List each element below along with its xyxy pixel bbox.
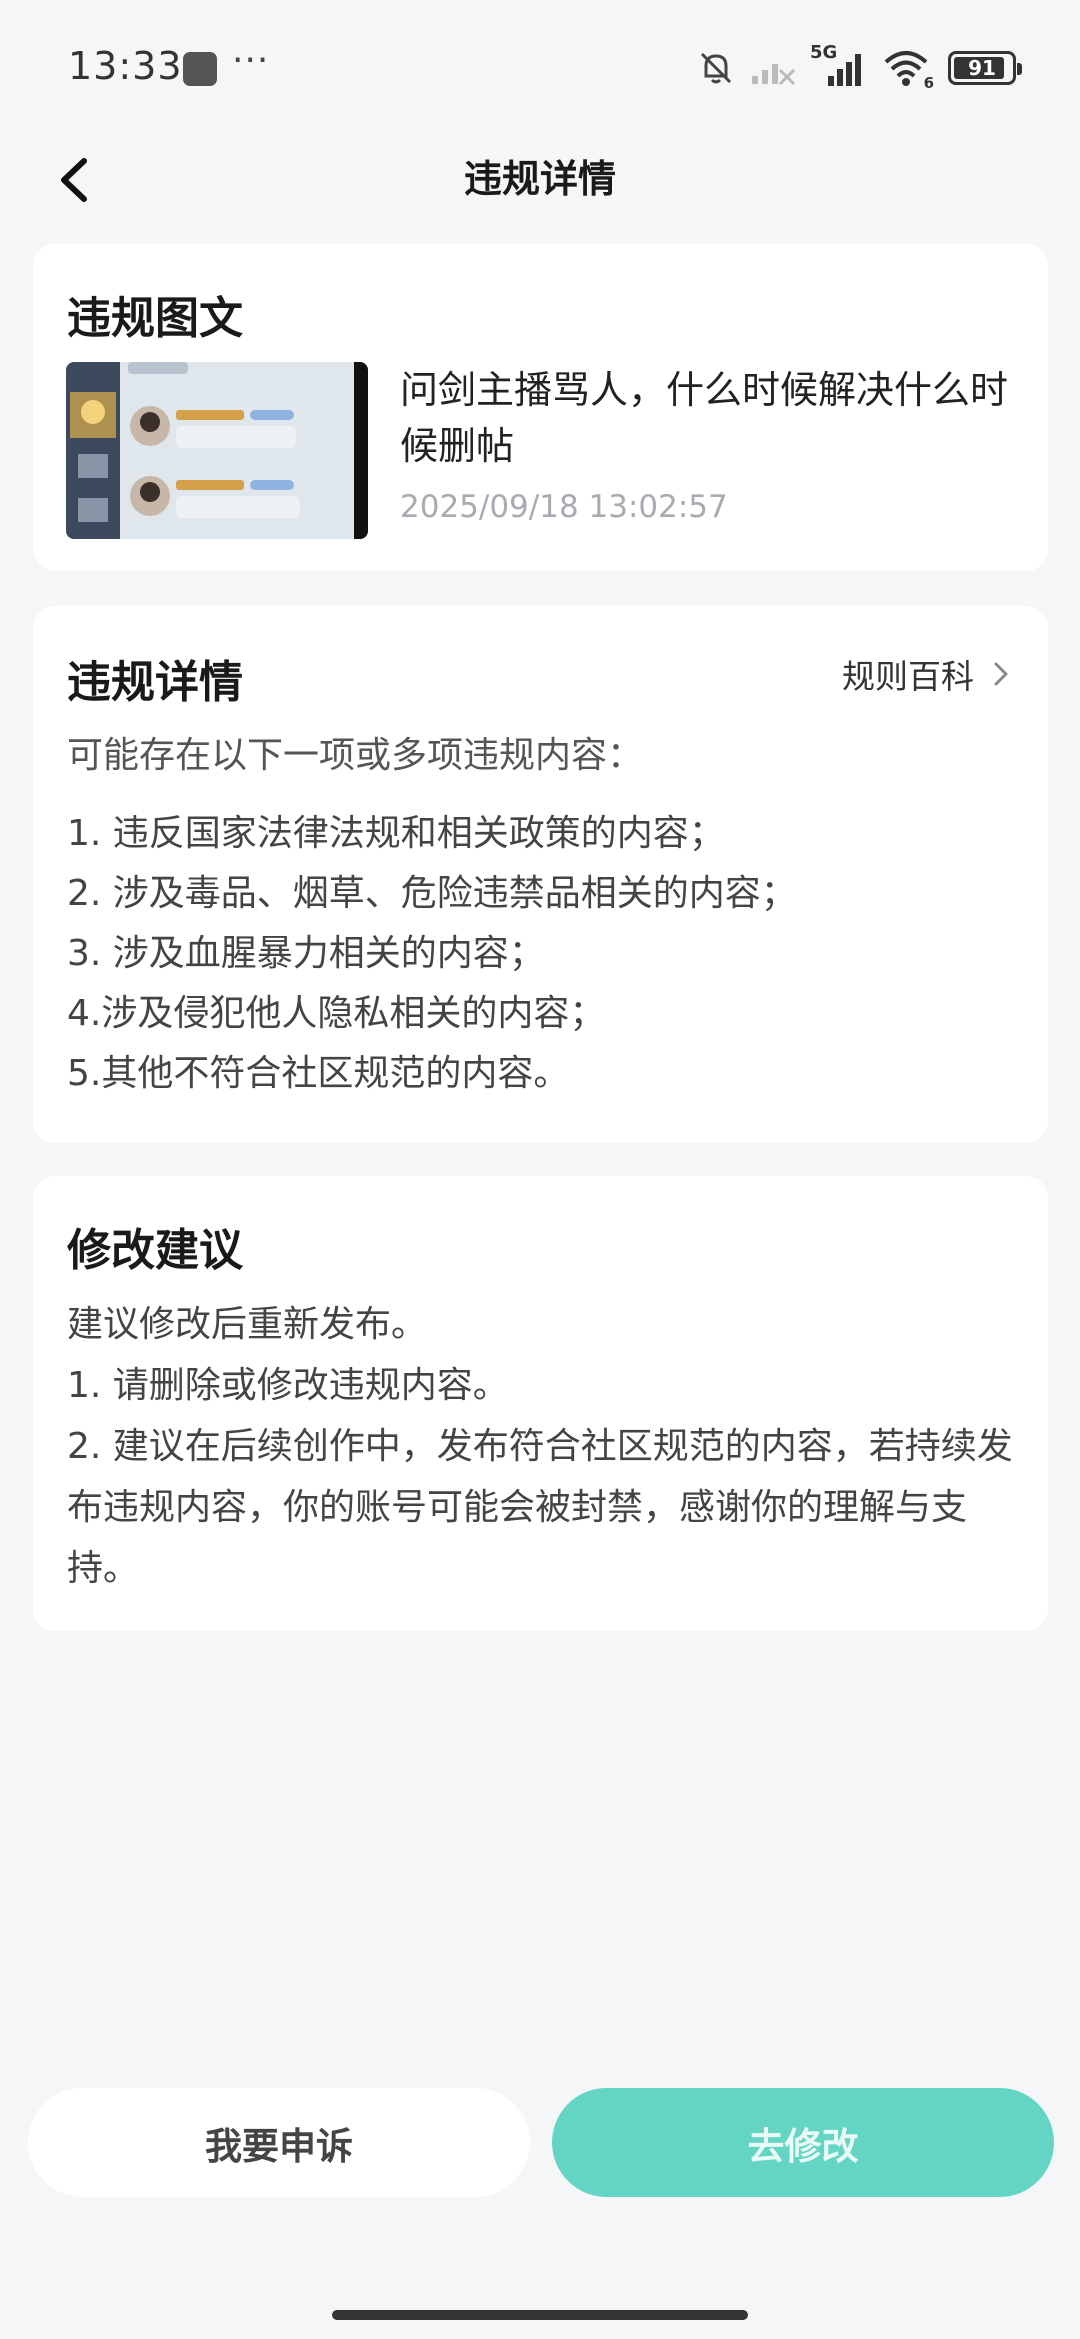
status-bar: 13:33 ··· 5G 6 91 (0, 0, 1080, 130)
wifi-label: 6 (923, 74, 934, 92)
notification-app-icon (183, 52, 217, 86)
list-item: 2. 涉及毒品、烟草、危险违禁品相关的内容； (67, 873, 797, 914)
page-title: 违规详情 (463, 157, 616, 201)
violation-post-card: 违规图文 问剑主播骂人，什么时候解决什么时候删帖 2025/09/18 13:0… (33, 244, 1048, 571)
violation-intro: 可能存在以下一项或多项违规内容： (67, 735, 644, 776)
suggestion-body: 建议修改后重新发布。 1. 请删除或修改违规内容。 2. 建议在后续创作中，发布… (67, 1294, 1027, 1599)
list-item: 5.其他不符合社区规范的内容。 (67, 1053, 570, 1094)
post-thumbnail[interactable] (66, 362, 368, 539)
battery-icon: 91 (948, 51, 1022, 85)
modify-button[interactable]: 去修改 (552, 2088, 1054, 2197)
list-item: 1. 违反国家法律法规和相关政策的内容； (67, 813, 725, 854)
appeal-button[interactable]: 我要申诉 (28, 2088, 530, 2197)
post-thumbnail-image (66, 362, 368, 539)
violation-list: 1. 违反国家法律法规和相关政策的内容； 2. 涉及毒品、烟草、危险违禁品相关的… (67, 804, 797, 1104)
home-indicator[interactable] (332, 2310, 748, 2320)
chevron-right-icon (994, 662, 1008, 686)
violation-post-title: 违规图文 (67, 293, 243, 344)
list-item: 3. 涉及血腥暴力相关的内容； (67, 933, 545, 974)
suggestion-card: 修改建议 建议修改后重新发布。 1. 请删除或修改违规内容。 2. 建议在后续创… (33, 1176, 1048, 1631)
suggestion-title: 修改建议 (67, 1225, 243, 1276)
post-timestamp: 2025/09/18 13:02:57 (400, 489, 728, 525)
signal-empty-icon (752, 64, 796, 86)
bell-muted-icon (700, 52, 732, 84)
network-type-label: 5G (810, 42, 838, 63)
battery-level: 91 (968, 56, 996, 80)
rules-link-label: 规则百科 (842, 657, 974, 696)
suggestion-line: 建议修改后重新发布。 (67, 1304, 428, 1345)
suggestion-line: 2. 建议在后续创作中，发布符合社区规范的内容，若持续发布违规内容，你的账号可能… (67, 1426, 1013, 1589)
suggestion-line: 1. 请删除或修改违规内容。 (67, 1365, 509, 1406)
status-time: 13:33 (68, 44, 183, 88)
list-item: 4.涉及侵犯他人隐私相关的内容； (67, 993, 606, 1034)
violation-detail-title: 违规详情 (67, 657, 243, 708)
violation-detail-card: 违规详情 规则百科 可能存在以下一项或多项违规内容： 1. 违反国家法律法规和相… (33, 606, 1048, 1143)
status-icons: 5G 6 91 (696, 42, 1022, 92)
nav-bar: 违规详情 (0, 130, 1080, 220)
more-notifications-icon: ··· (232, 40, 270, 81)
rules-encyclopedia-link[interactable]: 规则百科 (842, 650, 1010, 698)
post-text: 问剑主播骂人，什么时候解决什么时候删帖 (400, 368, 1009, 468)
signal-5g-icon: 5G (810, 42, 868, 88)
wifi-icon: 6 (882, 48, 934, 92)
